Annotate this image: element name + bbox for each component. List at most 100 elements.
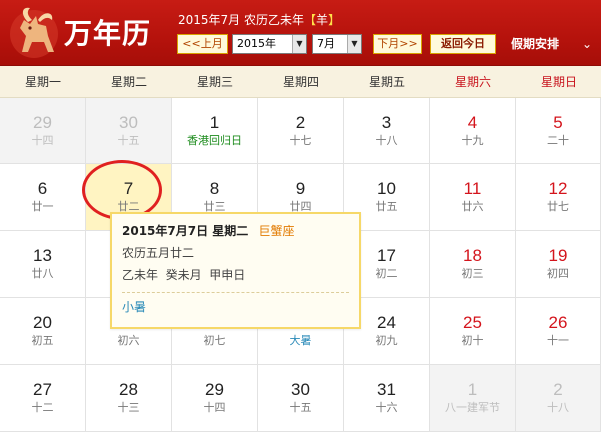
popup-weekday: 星期二 bbox=[212, 224, 249, 238]
weekday-header: 星期一 星期二 星期三 星期四 星期五 星期六 星期日 bbox=[0, 66, 601, 98]
lunar-day-label: 廿一 bbox=[31, 200, 54, 213]
day-cell[interactable]: 29 十四 bbox=[0, 98, 86, 164]
year-select-value: 2015年 bbox=[237, 37, 276, 50]
day-number: 2 bbox=[553, 380, 563, 399]
day-cell[interactable]: 12 廿七 bbox=[516, 164, 601, 231]
zodiac-sign-open: 【 bbox=[304, 13, 317, 27]
holiday-schedule-label: 假期安排 bbox=[511, 37, 560, 51]
day-cell[interactable]: 6 廿一 bbox=[0, 164, 86, 231]
back-to-today-button[interactable]: 返回今日 bbox=[430, 34, 496, 54]
weekday-thu: 星期四 bbox=[282, 75, 319, 89]
logo: 万年历 bbox=[8, 2, 168, 62]
lunar-day-label: 十五 bbox=[289, 401, 312, 414]
current-month-info: 2015年7月 农历乙未年【羊】 bbox=[178, 11, 340, 28]
day-number: 5 bbox=[553, 113, 563, 132]
lunar-day-label: 初三 bbox=[461, 267, 484, 280]
day-number: 9 bbox=[295, 179, 306, 198]
day-cell[interactable]: 25 初十 bbox=[430, 298, 516, 365]
lunar-day-label: 香港回归日 bbox=[187, 134, 242, 147]
day-cell[interactable]: 27 十二 bbox=[0, 365, 86, 432]
day-number: 10 bbox=[377, 179, 396, 198]
goat-logo-icon bbox=[10, 7, 58, 58]
day-cell[interactable]: 20 初五 bbox=[0, 298, 86, 365]
day-cell[interactable]: 19 初四 bbox=[516, 231, 601, 298]
lunar-year: 农历乙未年 bbox=[244, 13, 305, 27]
lunar-day-label: 十八 bbox=[547, 401, 569, 414]
day-number: 30 bbox=[291, 380, 310, 399]
lunar-day-label: 十四 bbox=[31, 134, 54, 147]
day-cell[interactable]: 2 十七 bbox=[258, 98, 344, 164]
day-number: 12 bbox=[548, 179, 568, 198]
day-cell[interactable]: 1 香港回归日 bbox=[172, 98, 258, 164]
day-cell[interactable]: 26 十一 bbox=[516, 298, 601, 365]
day-number: 11 bbox=[463, 179, 482, 198]
lunar-day-label: 廿八 bbox=[31, 267, 54, 280]
weekday-wed: 星期三 bbox=[196, 75, 233, 89]
day-cell[interactable]: 1 八一建军节 bbox=[430, 365, 516, 432]
day-cell[interactable]: 13 廿八 bbox=[0, 231, 86, 298]
logo-text: 万年历 bbox=[64, 17, 152, 50]
day-cell[interactable]: 30 十五 bbox=[258, 365, 344, 432]
lunar-day-label: 十一 bbox=[547, 334, 569, 347]
day-cell[interactable]: 3 十八 bbox=[344, 98, 430, 164]
lunar-day-label: 十四 bbox=[203, 401, 226, 414]
gregorian-month: 2015年7月 bbox=[178, 13, 241, 27]
prev-month-button[interactable]: <<上月 bbox=[177, 34, 228, 54]
weekday-mon: 星期一 bbox=[24, 75, 61, 89]
lunar-day-label: 廿七 bbox=[547, 200, 569, 213]
year-select-arrow-icon[interactable]: ▼ bbox=[292, 35, 306, 53]
lunar-day-label: 初七 bbox=[203, 334, 226, 347]
day-cell[interactable]: 4 十九 bbox=[430, 98, 516, 164]
weekday-sun: 星期日 bbox=[540, 75, 577, 89]
day-cell[interactable]: 30 十五 bbox=[86, 98, 172, 164]
popup-date: 2015年7月7日 bbox=[122, 224, 209, 238]
day-detail-popup: 2015年7月7日 星期二 巨蟹座 农历五月廿二 乙未年 癸未月 甲申日 小暑 bbox=[110, 212, 361, 329]
popup-lunar-date: 农历五月廿二 bbox=[122, 246, 195, 260]
month-select-arrow-icon[interactable]: ▼ bbox=[347, 35, 361, 53]
lunar-day-label: 大暑 bbox=[289, 334, 312, 347]
day-cell[interactable]: 18 初三 bbox=[430, 231, 516, 298]
lunar-day-label: 十五 bbox=[117, 134, 140, 147]
day-number: 27 bbox=[33, 380, 52, 399]
lunar-day-label: 十九 bbox=[461, 134, 484, 147]
day-number: 1 bbox=[209, 113, 220, 132]
lunar-day-label: 初五 bbox=[31, 334, 54, 347]
day-cell[interactable]: 28 十三 bbox=[86, 365, 172, 432]
lunar-day-label: 初十 bbox=[461, 334, 484, 347]
lunar-day-label: 初九 bbox=[375, 334, 398, 347]
month-select[interactable]: 7月 ▼ bbox=[312, 34, 362, 54]
day-number: 6 bbox=[37, 179, 48, 198]
year-select[interactable]: 2015年 ▼ bbox=[232, 34, 307, 54]
lunar-day-label: 初四 bbox=[547, 267, 569, 280]
lunar-day-label: 初六 bbox=[117, 334, 140, 347]
lunar-day-label: 八一建军节 bbox=[445, 401, 500, 414]
lunar-day-label: 十三 bbox=[117, 401, 140, 414]
month-select-value: 7月 bbox=[317, 37, 335, 50]
day-cell[interactable]: 11 廿六 bbox=[430, 164, 516, 231]
popup-ganzhi: 乙未年 癸未月 甲申日 bbox=[122, 268, 246, 282]
day-number: 25 bbox=[463, 313, 482, 332]
holiday-schedule-menu[interactable]: 假期安排 ⌄ bbox=[501, 33, 600, 55]
day-cell[interactable]: 2 十八 bbox=[516, 365, 601, 432]
weekday-tue: 星期二 bbox=[110, 75, 147, 89]
zodiac-sign-close: 】 bbox=[328, 13, 341, 27]
day-number: 7 bbox=[123, 179, 134, 198]
day-cell[interactable]: 31 十六 bbox=[344, 365, 430, 432]
lunar-day-label: 二十 bbox=[547, 134, 569, 147]
day-number: 30 bbox=[119, 113, 138, 132]
day-number: 4 bbox=[467, 113, 478, 132]
lunar-day-label: 十六 bbox=[375, 401, 398, 414]
popup-zodiac-link[interactable]: 巨蟹座 bbox=[259, 224, 295, 238]
calendar-header: 万年历 2015年7月 农历乙未年【羊】 <<上月 2015年 ▼ 7月 ▼ 下… bbox=[0, 0, 601, 66]
day-number: 29 bbox=[33, 113, 52, 132]
lunar-day-label: 廿六 bbox=[461, 200, 484, 213]
day-number: 31 bbox=[377, 380, 396, 399]
day-number: 1 bbox=[467, 380, 478, 399]
popup-divider bbox=[122, 292, 349, 293]
next-month-button[interactable]: 下月>> bbox=[373, 34, 422, 54]
day-cell[interactable]: 29 十四 bbox=[172, 365, 258, 432]
lunar-day-label: 十七 bbox=[289, 134, 312, 147]
popup-solar-term[interactable]: 小暑 bbox=[122, 298, 349, 315]
day-number: 8 bbox=[209, 179, 220, 198]
day-cell[interactable]: 5 二十 bbox=[516, 98, 601, 164]
